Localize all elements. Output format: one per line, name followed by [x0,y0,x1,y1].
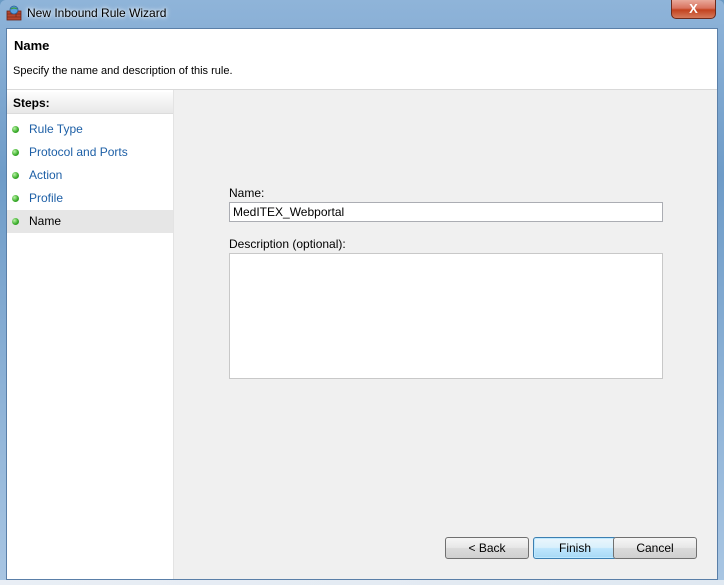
close-icon: X [689,1,698,16]
window-bottom-edge [0,580,724,585]
steps-panel: Steps: Rule Type Protocol and Ports Acti… [7,90,174,579]
title-bar[interactable]: New Inbound Rule Wizard X [0,0,724,26]
finish-button[interactable]: Finish [533,537,617,559]
step-complete-icon [12,172,19,179]
steps-heading: Steps: [7,92,173,114]
step-label: Action [29,168,63,182]
name-label: Name: [229,186,265,200]
cancel-button[interactable]: Cancel [613,537,697,559]
step-complete-icon [12,195,19,202]
step-item-rule-type[interactable]: Rule Type [7,118,173,141]
wizard-window: New Inbound Rule Wizard X Name Specify t… [0,0,724,585]
back-button[interactable]: < Back [445,537,529,559]
wizard-header: Name Specify the name and description of… [7,29,717,90]
step-complete-icon [12,126,19,133]
window-title: New Inbound Rule Wizard [27,6,167,20]
step-item-profile[interactable]: Profile [7,187,173,210]
step-item-action[interactable]: Action [7,164,173,187]
name-field[interactable] [229,202,663,222]
step-label: Name [29,214,62,228]
page-title: Name [14,38,50,53]
wizard-client-area: Name Specify the name and description of… [6,28,718,580]
close-button[interactable]: X [671,0,716,19]
step-item-protocol-and-ports[interactable]: Protocol and Ports [7,141,173,164]
step-label: Rule Type [29,122,83,136]
step-complete-icon [12,149,19,156]
page-subtitle: Specify the name and description of this… [13,65,233,77]
description-field[interactable] [229,253,663,379]
step-label: Profile [29,191,64,205]
step-current-icon [12,218,19,225]
firewall-icon [6,5,22,21]
step-item-name[interactable]: Name [7,210,173,233]
step-label: Protocol and Ports [29,145,128,159]
description-label: Description (optional): [229,237,346,251]
